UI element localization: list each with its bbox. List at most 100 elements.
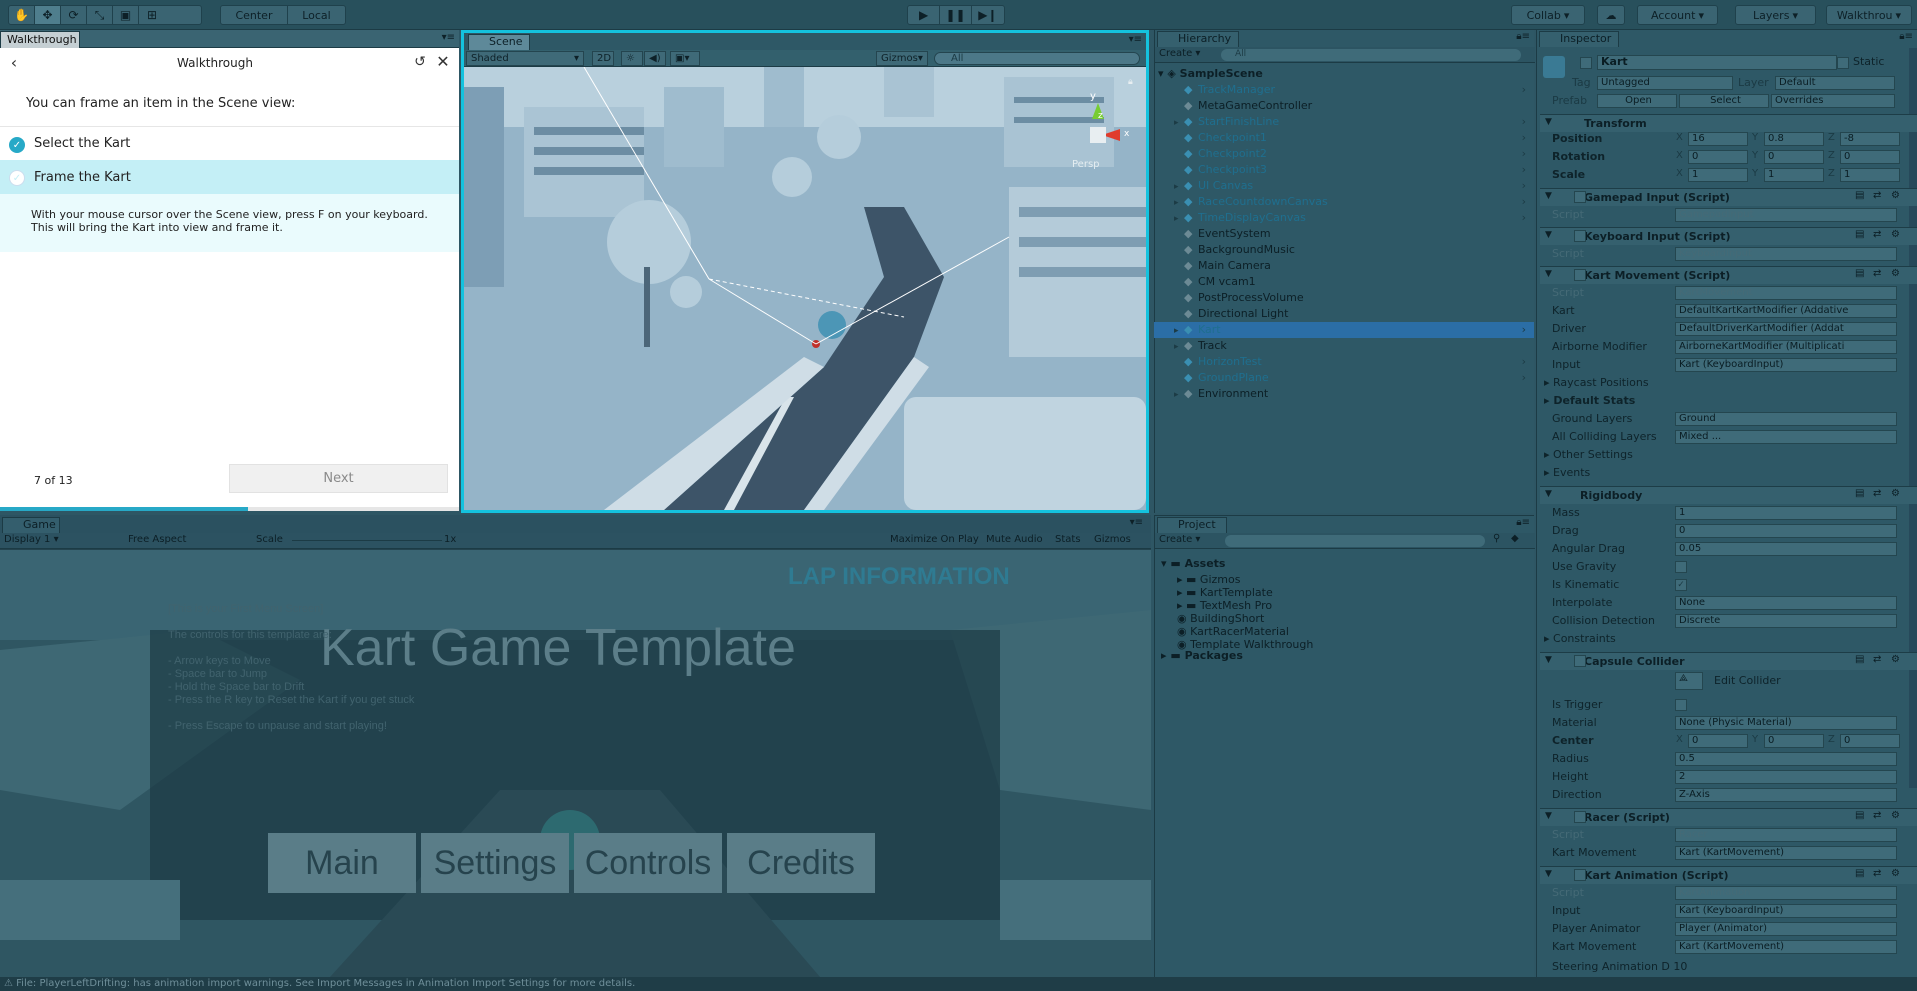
scene-root-row[interactable]: ▾ ◈ SampleScene <box>1154 66 1534 82</box>
aspect-dropdown[interactable]: Free Aspect <box>128 534 248 548</box>
prefab-arrow-icon[interactable]: › <box>1522 162 1526 178</box>
hierarchy-item[interactable]: ◆ PostProcessVolume <box>1154 290 1534 306</box>
hierarchy-item[interactable]: ◆ Directional Light <box>1154 306 1534 322</box>
foldout-arrow-icon[interactable]: ▼ <box>1545 230 1552 240</box>
help-icon[interactable]: ▤ <box>1855 488 1864 499</box>
gizmos-dropdown[interactable]: Gizmos ▾ <box>876 51 928 66</box>
field-value[interactable]: Racer <box>1675 828 1897 842</box>
vector-component-input[interactable]: 0 <box>1840 734 1900 748</box>
menu-button-main[interactable]: Main <box>268 833 416 893</box>
prefab-arrow-icon[interactable]: › <box>1522 210 1526 226</box>
expand-arrow-icon[interactable]: ▸ <box>1174 115 1184 131</box>
hierarchy-item[interactable]: ◆ Checkpoint2 › <box>1154 146 1534 162</box>
preset-icon[interactable]: ⇄ <box>1873 268 1881 279</box>
field-value[interactable]: None (Physic Material) <box>1675 716 1897 730</box>
assets-folder[interactable]: ▾ ▬ Assets <box>1161 557 1225 570</box>
effects-icon[interactable]: ▣▾ <box>670 51 700 66</box>
expand-arrow-icon[interactable]: ▸ <box>1174 195 1184 211</box>
toggle-2d-button[interactable]: 2D <box>592 51 614 66</box>
menu-button-settings[interactable]: Settings <box>421 833 569 893</box>
object-name-input[interactable]: Kart <box>1597 55 1837 70</box>
hierarchy-create-button[interactable]: Create ▾ <box>1159 48 1200 59</box>
hierarchy-search-input[interactable]: All <box>1221 49 1521 61</box>
vector-component-input[interactable]: 1 <box>1764 168 1824 182</box>
enabled-checkbox[interactable] <box>1574 869 1586 881</box>
display-dropdown[interactable]: Display 1 ▾ <box>4 534 84 548</box>
prefab-arrow-icon[interactable]: › <box>1522 370 1526 386</box>
vector-component-input[interactable]: 1 <box>1840 168 1900 182</box>
project-item[interactable]: ▸ ▬ TextMesh Pro <box>1177 599 1272 612</box>
field-value[interactable]: Mixed ... <box>1675 430 1897 444</box>
panel-menu-icon[interactable]: ▾≡ <box>1130 517 1143 528</box>
prefab-arrow-icon[interactable]: › <box>1522 178 1526 194</box>
gear-icon[interactable]: ⚙ <box>1891 268 1900 279</box>
prefab-arrow-icon[interactable]: › <box>1522 146 1526 162</box>
checkbox[interactable] <box>1675 561 1687 573</box>
layer-dropdown[interactable]: Default <box>1775 76 1895 90</box>
hierarchy-item[interactable]: ◆ MetaGameController <box>1154 98 1534 114</box>
gear-icon[interactable]: ⚙ <box>1891 654 1900 665</box>
prefab-arrow-icon[interactable]: › <box>1522 354 1526 370</box>
hierarchy-item[interactable]: ◆ Checkpoint3 › <box>1154 162 1534 178</box>
checkbox[interactable]: ✓ <box>1675 579 1687 591</box>
expand-arrow-icon[interactable]: ▸ <box>1174 323 1184 339</box>
field-value[interactable]: Ground <box>1675 412 1897 426</box>
tab-inspector[interactable]: Inspector <box>1539 31 1619 47</box>
hierarchy-item[interactable]: ▸ ◆ RaceCountdownCanvas › <box>1154 194 1534 210</box>
account-dropdown[interactable]: Account ▾ <box>1637 5 1718 25</box>
project-item[interactable]: ▸ ▬ Gizmos <box>1177 573 1240 586</box>
vector-component-input[interactable]: 0 <box>1688 150 1748 164</box>
prefab-arrow-icon[interactable]: › <box>1522 82 1526 98</box>
foldout-arrow-icon[interactable]: ▼ <box>1545 191 1552 201</box>
hierarchy-item[interactable]: ◆ EventSystem <box>1154 226 1534 242</box>
lock-icon[interactable]: 🔒︎ <box>1128 77 1133 87</box>
menu-button-controls[interactable]: Controls <box>574 833 722 893</box>
field-value[interactable]: 2 <box>1675 770 1897 784</box>
vector-component-input[interactable]: -8 <box>1840 132 1900 146</box>
checkbox[interactable] <box>1675 699 1687 711</box>
vector-component-input[interactable]: 0.8 <box>1764 132 1824 146</box>
foldout-other-settings[interactable]: ▸ Other Settings <box>1540 446 1917 464</box>
tab-project[interactable]: Project <box>1157 517 1227 533</box>
field-value[interactable]: Player (Animator) <box>1675 922 1897 936</box>
scene-search-input[interactable]: All <box>934 52 1140 65</box>
hierarchy-item[interactable]: ◆ Main Camera <box>1154 258 1534 274</box>
field-value[interactable]: DefaultDriverKartModifier (Addat <box>1675 322 1897 336</box>
filter-label-icon[interactable]: ◆ <box>1511 533 1519 544</box>
field-value[interactable]: GamepadInput <box>1675 208 1897 222</box>
axis-gizmo[interactable]: y z x Persp <box>1064 91 1134 170</box>
project-item[interactable]: ◉ KartRacerMaterial <box>1177 625 1289 638</box>
edit-collider-icon[interactable]: ⟁ <box>1675 672 1703 690</box>
mute-audio-toggle[interactable]: Mute Audio <box>986 534 1043 545</box>
expand-arrow-icon[interactable]: ▸ <box>1174 339 1184 355</box>
tab-scene[interactable]: Scene <box>468 34 530 50</box>
vector-component-input[interactable]: 1 <box>1688 168 1748 182</box>
field-value[interactable]: 0.05 <box>1675 542 1897 556</box>
help-icon[interactable]: ▤ <box>1855 229 1864 240</box>
transform-tool-icon[interactable]: ⊞ <box>139 6 165 24</box>
field-value[interactable]: Kart (KartMovement) <box>1675 940 1897 954</box>
next-button[interactable]: Next <box>229 464 448 493</box>
hierarchy-item[interactable]: ▸ ◆ Track <box>1154 338 1534 354</box>
hierarchy-item[interactable]: ◆ Checkpoint1 › <box>1154 130 1534 146</box>
help-icon[interactable]: ▤ <box>1855 654 1864 665</box>
panel-menu-icon[interactable]: 🔒︎≡ <box>1899 31 1913 42</box>
enabled-checkbox[interactable] <box>1574 191 1586 203</box>
scale-slider[interactable]: Scale 1x <box>256 534 456 548</box>
field-value[interactable]: KartAnimation <box>1675 886 1897 900</box>
field-value[interactable]: Z-Axis <box>1675 788 1897 802</box>
field-value[interactable]: DefaultKartKartModifier (Addative <box>1675 304 1897 318</box>
panel-menu-icon[interactable]: ▾≡ <box>442 32 455 43</box>
foldout-arrow-icon[interactable]: ▼ <box>1545 811 1552 821</box>
help-icon[interactable]: ▤ <box>1855 268 1864 279</box>
cloud-icon[interactable]: ☁ <box>1597 5 1625 25</box>
project-item[interactable]: ◉ BuildingShort <box>1177 612 1264 625</box>
step-frame-kart[interactable]: ✓ Frame the Kart <box>0 160 459 194</box>
hierarchy-item[interactable]: ◆ CM vcam1 <box>1154 274 1534 290</box>
filter-type-icon[interactable]: ⚲ <box>1493 533 1500 544</box>
foldout-arrow-icon[interactable]: ▼ <box>1545 655 1552 665</box>
stats-toggle[interactable]: Stats <box>1055 534 1081 545</box>
collab-dropdown[interactable]: Collab ▾ <box>1511 5 1585 25</box>
project-create-button[interactable]: Create ▾ <box>1159 534 1200 545</box>
field-value[interactable]: AirborneKartModifier (Multiplicati <box>1675 340 1897 354</box>
